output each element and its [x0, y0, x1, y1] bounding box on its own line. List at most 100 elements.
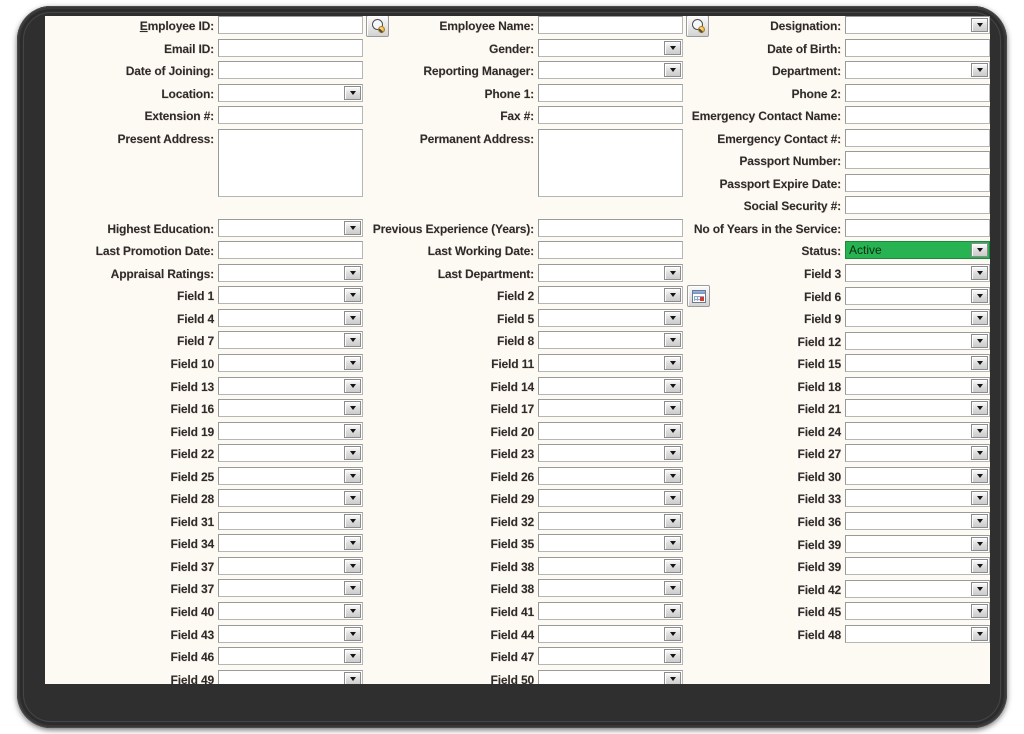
combobox-field-22[interactable]: [218, 444, 363, 463]
combobox-location[interactable]: [218, 83, 363, 102]
input-previous-experience-years[interactable]: [538, 218, 683, 237]
input-email-id[interactable]: [218, 38, 363, 57]
input-employee-id[interactable]: [218, 16, 363, 34]
combobox-field-15[interactable]: [845, 354, 990, 373]
combobox-field-24[interactable]: [845, 421, 990, 440]
chevron-down-icon[interactable]: [344, 671, 361, 684]
combobox-highest-education[interactable]: [218, 218, 363, 237]
chevron-down-icon[interactable]: [344, 288, 361, 303]
combobox-field-44[interactable]: [538, 624, 683, 643]
chevron-down-icon[interactable]: [344, 378, 361, 393]
combobox-field-38[interactable]: [538, 579, 683, 598]
chevron-down-icon[interactable]: [344, 333, 361, 348]
chevron-down-icon[interactable]: [664, 491, 681, 506]
combobox-field-37[interactable]: [218, 579, 363, 598]
input-date-of-joining[interactable]: [218, 61, 363, 80]
combobox-field-18[interactable]: [845, 376, 990, 395]
chevron-down-icon[interactable]: [664, 468, 681, 483]
textarea-present-address[interactable]: [218, 128, 363, 197]
combobox-field-39[interactable]: [845, 557, 990, 576]
chevron-down-icon[interactable]: [344, 581, 361, 596]
combobox-field-14[interactable]: [538, 376, 683, 395]
combobox-field-11[interactable]: [538, 354, 683, 373]
combobox-field-8[interactable]: [538, 331, 683, 350]
combobox-last-department[interactable]: [538, 263, 683, 282]
input-date-of-birth[interactable]: [845, 38, 990, 57]
chevron-down-icon[interactable]: [664, 63, 681, 78]
combobox-field-43[interactable]: [218, 624, 363, 643]
combobox-field-45[interactable]: [845, 602, 990, 621]
chevron-down-icon[interactable]: [664, 333, 681, 348]
combobox-department[interactable]: [845, 61, 990, 80]
combobox-field-42[interactable]: [845, 579, 990, 598]
input-emergency-contact[interactable]: [845, 128, 990, 147]
combobox-field-30[interactable]: [845, 466, 990, 485]
combobox-field-40[interactable]: [218, 602, 363, 621]
combobox-field-41[interactable]: [538, 602, 683, 621]
combobox-field-36[interactable]: [845, 512, 990, 531]
chevron-down-icon[interactable]: [664, 310, 681, 325]
combobox-field-31[interactable]: [218, 511, 363, 530]
chevron-down-icon[interactable]: [344, 558, 361, 573]
combobox-field-48[interactable]: [845, 624, 990, 643]
chevron-down-icon[interactable]: [664, 40, 681, 55]
chevron-down-icon[interactable]: [971, 491, 988, 506]
chevron-down-icon[interactable]: [664, 558, 681, 573]
combobox-field-47[interactable]: [538, 647, 683, 666]
chevron-down-icon[interactable]: [344, 468, 361, 483]
chevron-down-icon[interactable]: [344, 446, 361, 461]
chevron-down-icon[interactable]: [664, 378, 681, 393]
combobox-field-20[interactable]: [538, 421, 683, 440]
chevron-down-icon[interactable]: [664, 265, 681, 280]
chevron-down-icon[interactable]: [971, 626, 988, 641]
chevron-down-icon[interactable]: [971, 446, 988, 461]
chevron-down-icon[interactable]: [344, 491, 361, 506]
chevron-down-icon[interactable]: [664, 423, 681, 438]
combobox-field-35[interactable]: [538, 534, 683, 553]
chevron-down-icon[interactable]: [344, 626, 361, 641]
combobox-field-13[interactable]: [218, 376, 363, 395]
combobox-field-33[interactable]: [845, 489, 990, 508]
chevron-down-icon[interactable]: [664, 446, 681, 461]
input-no-of-years-in-the-service[interactable]: [845, 218, 990, 237]
chevron-down-icon[interactable]: [344, 310, 361, 325]
input-social-security[interactable]: [845, 196, 990, 215]
combobox-field-17[interactable]: [538, 399, 683, 418]
combobox-field-38[interactable]: [538, 556, 683, 575]
chevron-down-icon[interactable]: [664, 649, 681, 664]
combobox-field-28[interactable]: [218, 489, 363, 508]
chevron-down-icon[interactable]: [971, 311, 988, 326]
chevron-down-icon[interactable]: [664, 401, 681, 416]
input-passport-number[interactable]: [845, 151, 990, 170]
chevron-down-icon[interactable]: [344, 85, 361, 100]
combobox-status[interactable]: Active: [845, 241, 990, 260]
input-last-promotion-date[interactable]: [218, 241, 363, 260]
input-last-working-date[interactable]: [538, 241, 683, 260]
chevron-down-icon[interactable]: [664, 536, 681, 551]
combobox-field-4[interactable]: [218, 308, 363, 327]
combobox-field-49[interactable]: [218, 669, 363, 684]
chevron-down-icon[interactable]: [344, 423, 361, 438]
combobox-field-2[interactable]: [538, 286, 683, 305]
chevron-down-icon[interactable]: [971, 423, 988, 438]
textarea-permanent-address[interactable]: [538, 128, 683, 197]
chevron-down-icon[interactable]: [664, 288, 681, 303]
chevron-down-icon[interactable]: [344, 536, 361, 551]
chevron-down-icon[interactable]: [971, 243, 988, 258]
chevron-down-icon[interactable]: [971, 333, 988, 348]
combobox-field-10[interactable]: [218, 354, 363, 373]
chevron-down-icon[interactable]: [344, 220, 361, 235]
chevron-down-icon[interactable]: [344, 401, 361, 416]
chevron-down-icon[interactable]: [971, 536, 988, 551]
input-phone-2[interactable]: [845, 83, 990, 102]
chevron-down-icon[interactable]: [971, 63, 988, 78]
combobox-field-5[interactable]: [538, 308, 683, 327]
combobox-field-6[interactable]: [845, 286, 990, 305]
input-phone-1[interactable]: [538, 83, 683, 102]
chevron-down-icon[interactable]: [971, 604, 988, 619]
combobox-field-50[interactable]: [538, 669, 683, 684]
combobox-field-29[interactable]: [538, 489, 683, 508]
combobox-field-25[interactable]: [218, 466, 363, 485]
chevron-down-icon[interactable]: [971, 266, 988, 281]
combobox-field-32[interactable]: [538, 511, 683, 530]
